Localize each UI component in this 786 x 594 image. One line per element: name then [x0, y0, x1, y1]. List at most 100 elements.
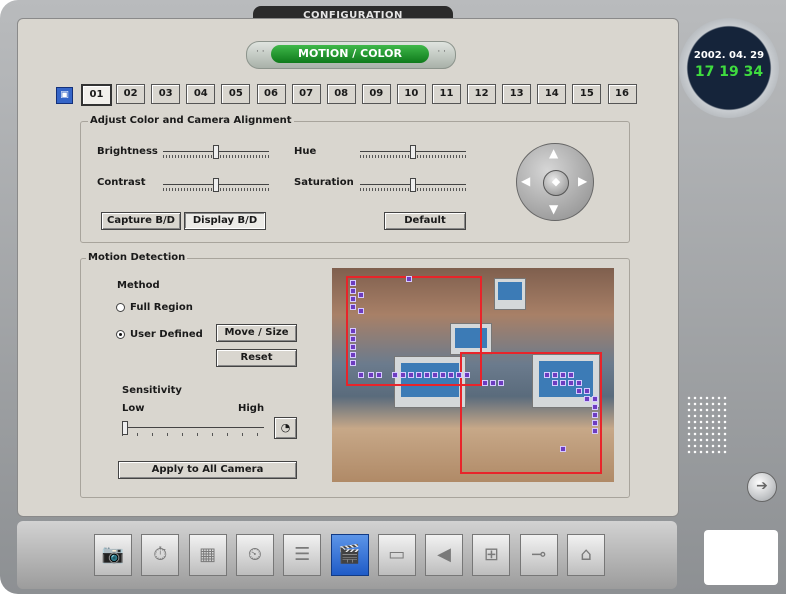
- sensitivity-thumb[interactable]: [122, 421, 128, 435]
- brightness-thumb[interactable]: [213, 145, 219, 159]
- camera-tab-05[interactable]: 05: [221, 84, 251, 104]
- color-group-legend: Adjust Color and Camera Alignment: [88, 115, 294, 126]
- camera-tab-06[interactable]: 06: [256, 84, 286, 104]
- motion-marker: [350, 296, 356, 302]
- camera-select-icon[interactable]: ▣: [56, 87, 73, 104]
- motion-marker: [350, 304, 356, 310]
- joystick-center-icon[interactable]: ◆: [543, 170, 569, 196]
- pan-tilt-joystick[interactable]: ▲ ▼ ◀ ▶ ◆: [516, 143, 594, 221]
- motion-marker: [350, 352, 356, 358]
- reset-button[interactable]: Reset: [216, 349, 297, 367]
- camera-tab-16[interactable]: 16: [607, 84, 637, 104]
- camera-tab-08[interactable]: 08: [326, 84, 356, 104]
- mode-right-dots: · ·: [437, 47, 446, 57]
- sensitivity-slider[interactable]: [122, 421, 264, 436]
- speaker-icon[interactable]: ◀: [425, 534, 464, 576]
- motion-marker: [406, 276, 412, 282]
- sensitivity-high-label: High: [238, 403, 265, 414]
- timer-icon[interactable]: ⏱: [141, 534, 180, 576]
- motion-marker: [416, 372, 422, 378]
- monitor-icon[interactable]: ▭: [377, 534, 416, 576]
- motion-marker: [368, 372, 374, 378]
- camera-tab-14[interactable]: 14: [537, 84, 567, 104]
- motion-marker: [576, 388, 582, 394]
- contrast-thumb[interactable]: [213, 178, 219, 192]
- motion-marker: [592, 396, 598, 402]
- motion-marker: [448, 372, 454, 378]
- camera-tab-07[interactable]: 07: [291, 84, 321, 104]
- apply-all-button[interactable]: Apply to All Camera: [118, 461, 297, 479]
- motion-marker: [592, 404, 598, 410]
- motion-marker: [560, 372, 566, 378]
- motion-marker: [350, 288, 356, 294]
- home-info-icon[interactable]: ⌂: [567, 534, 605, 576]
- clock-date: 2002. 04. 29: [693, 50, 765, 61]
- motion-marker: [592, 428, 598, 434]
- camera-tab-09[interactable]: 09: [361, 84, 391, 104]
- hue-thumb[interactable]: [410, 145, 416, 159]
- hue-slider[interactable]: [360, 145, 466, 159]
- motion-marker: [568, 372, 574, 378]
- motion-marker: [400, 372, 406, 378]
- full-region-radio[interactable]: Full Region: [116, 302, 193, 313]
- saturation-label: Saturation: [294, 177, 354, 188]
- motion-marker: [498, 380, 504, 386]
- contrast-label: Contrast: [97, 177, 146, 188]
- motion-marker: [560, 446, 566, 452]
- camera-icon[interactable]: 📷: [94, 534, 132, 576]
- mode-left-dots: · ·: [256, 47, 265, 57]
- motion-marker: [350, 280, 356, 286]
- sensitivity-low-label: Low: [122, 403, 145, 414]
- motion-marker: [350, 360, 356, 366]
- user-defined-radio[interactable]: User Defined: [116, 329, 203, 340]
- move-size-button[interactable]: Move / Size: [216, 324, 297, 342]
- camera-tab-11[interactable]: 11: [432, 84, 461, 104]
- motion-marker: [358, 308, 364, 314]
- camera-tab-10[interactable]: 10: [396, 84, 426, 104]
- brightness-slider[interactable]: [163, 145, 269, 159]
- network-icon[interactable]: ⊞: [472, 534, 511, 576]
- default-button[interactable]: Default: [384, 212, 466, 230]
- motion-group-legend: Motion Detection: [86, 252, 188, 263]
- camera-tab-04[interactable]: 04: [186, 84, 216, 104]
- camera-tab-03[interactable]: 03: [151, 84, 181, 104]
- motion-color-icon[interactable]: 🎬: [330, 534, 369, 576]
- motion-marker: [592, 412, 598, 418]
- camera-tab-01[interactable]: 01: [81, 84, 112, 106]
- schedule-icon[interactable]: ⏲: [235, 534, 274, 576]
- saturation-slider[interactable]: [360, 178, 466, 192]
- motion-marker: [350, 336, 356, 342]
- motion-marker: [560, 380, 566, 386]
- pan-left-icon[interactable]: ◀: [521, 174, 530, 188]
- camera-tab-12[interactable]: 12: [467, 84, 497, 104]
- motion-marker: [552, 372, 558, 378]
- motion-marker: [424, 372, 430, 378]
- key-icon[interactable]: ⊸: [519, 534, 558, 576]
- camera-tab-02[interactable]: 02: [116, 84, 146, 104]
- contrast-slider[interactable]: [163, 178, 269, 192]
- display-button[interactable]: Display B/D: [184, 212, 266, 230]
- capture-button[interactable]: Capture B/D: [101, 212, 181, 230]
- full-region-label: Full Region: [130, 302, 193, 313]
- tilt-down-icon[interactable]: ▼: [549, 202, 558, 216]
- calendar-icon[interactable]: ▦: [188, 534, 227, 576]
- motion-marker: [358, 292, 364, 298]
- motion-region-2[interactable]: [460, 352, 602, 474]
- motion-marker: [350, 344, 356, 350]
- next-arrow-icon[interactable]: ➔: [747, 472, 777, 502]
- camera-preview[interactable]: [332, 268, 614, 482]
- hue-label: Hue: [294, 146, 317, 157]
- saturation-thumb[interactable]: [410, 178, 416, 192]
- motion-marker: [482, 380, 488, 386]
- mode-pill[interactable]: · · MOTION / COLOR · ·: [246, 41, 456, 69]
- timer-test-icon[interactable]: ◔: [274, 417, 297, 439]
- tilt-up-icon[interactable]: ▲: [549, 146, 558, 160]
- user-list-icon[interactable]: ☰: [283, 534, 322, 576]
- motion-marker: [592, 420, 598, 426]
- motion-marker: [350, 328, 356, 334]
- pan-right-icon[interactable]: ▶: [578, 174, 587, 188]
- preview-monitor: [494, 278, 526, 310]
- motion-marker: [392, 372, 398, 378]
- camera-tab-15[interactable]: 15: [572, 84, 602, 104]
- camera-tab-13[interactable]: 13: [502, 84, 532, 104]
